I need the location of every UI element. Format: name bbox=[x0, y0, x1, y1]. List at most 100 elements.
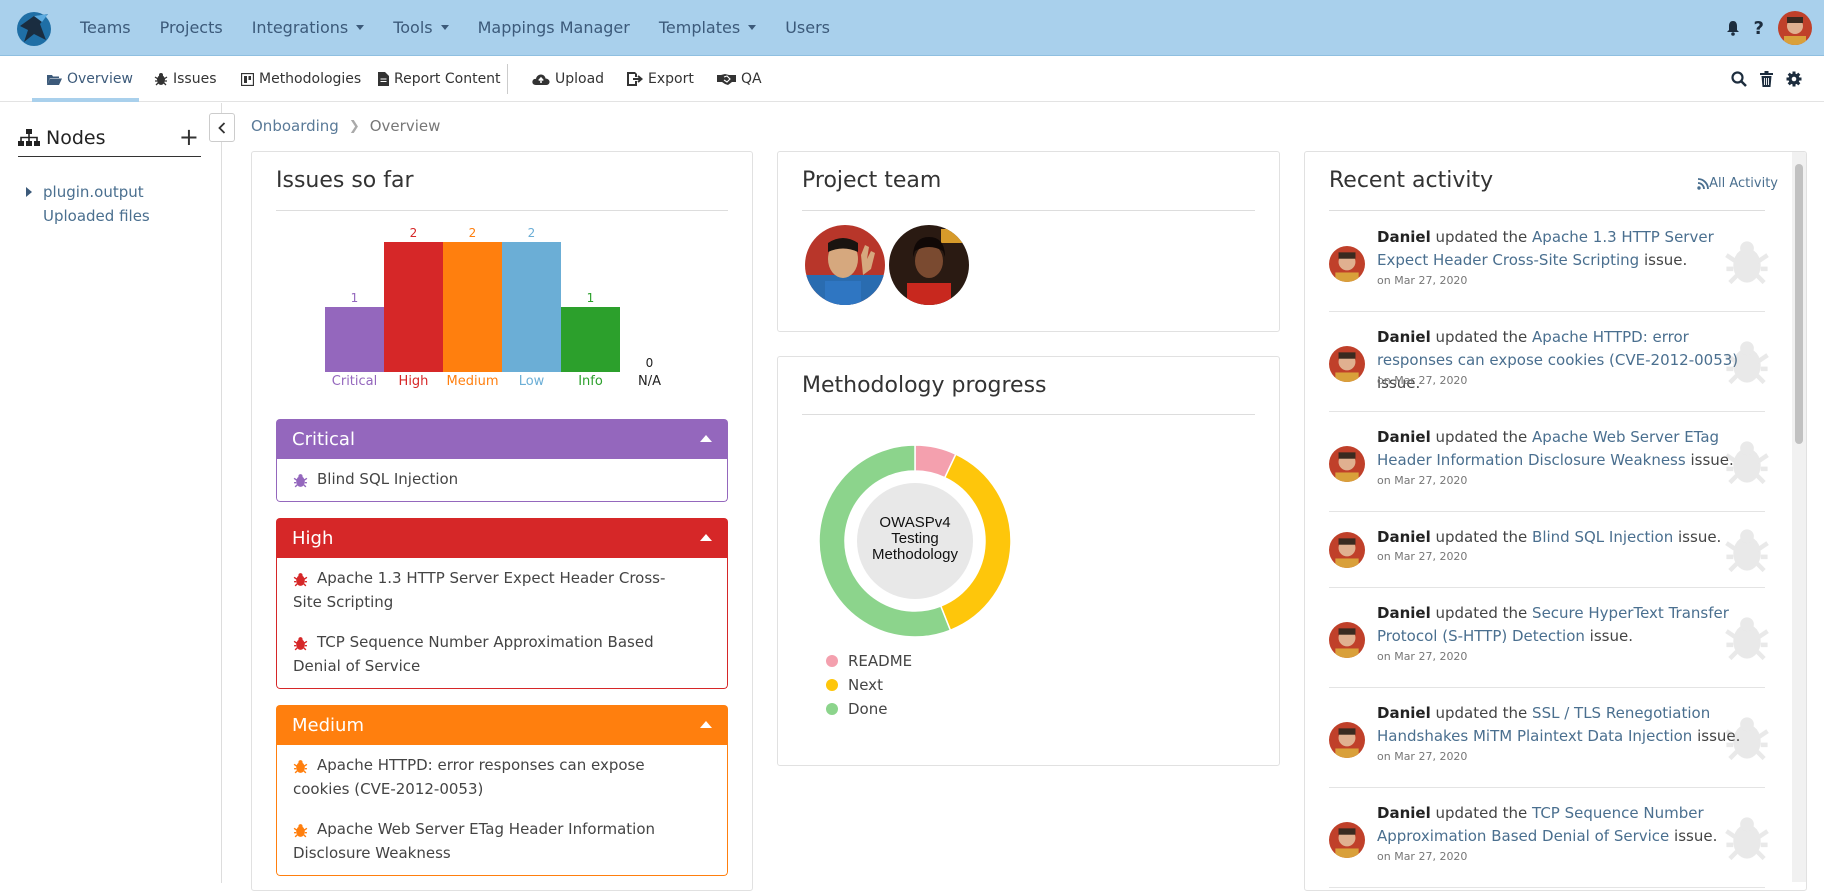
activity-issue-link[interactable]: Blind SQL Injection bbox=[1532, 528, 1673, 546]
nav-item-mappings-manager[interactable]: Mappings Manager bbox=[478, 18, 630, 37]
collapse-caret-icon[interactable] bbox=[700, 435, 712, 442]
chart-category-label: Medium bbox=[446, 374, 499, 389]
collapse-sidebar-button[interactable] bbox=[209, 113, 235, 142]
expand-caret-icon[interactable] bbox=[26, 187, 32, 197]
legend-item-done[interactable]: Done bbox=[826, 697, 912, 721]
legend-dot bbox=[826, 679, 838, 691]
activity-user-avatar[interactable] bbox=[1329, 622, 1365, 658]
tab-methodologies-label: Methodologies bbox=[259, 71, 362, 87]
legend-item-next[interactable]: Next bbox=[826, 673, 912, 697]
legend-item-readme[interactable]: README bbox=[826, 649, 912, 673]
activity-suffix: issue. bbox=[1643, 251, 1688, 269]
team-member-avatar[interactable] bbox=[805, 225, 885, 305]
tab-upload[interactable]: Upload bbox=[532, 56, 604, 102]
tab-methodologies[interactable]: Methodologies bbox=[241, 56, 361, 102]
issue-list-item[interactable]: Blind SQL Injection bbox=[293, 467, 713, 491]
help-icon[interactable]: ? bbox=[1754, 18, 1764, 39]
team-member-avatar[interactable] bbox=[889, 225, 969, 305]
search-icon[interactable] bbox=[1731, 71, 1747, 87]
activity-text: Daniel updated the Apache 1.3 HTTP Serve… bbox=[1377, 226, 1767, 272]
team-card-divider bbox=[802, 210, 1255, 211]
tab-issues[interactable]: Issues bbox=[154, 56, 217, 102]
collapse-caret-icon[interactable] bbox=[700, 534, 712, 541]
nav-item-teams[interactable]: Teams bbox=[80, 18, 131, 37]
issues-card-divider bbox=[276, 210, 728, 211]
tab-overview[interactable]: Overview bbox=[46, 56, 133, 102]
nav-item-projects[interactable]: Projects bbox=[160, 18, 223, 37]
activity-text: Daniel updated the Apache Web Server ETa… bbox=[1377, 426, 1767, 472]
chart-value-label: 2 bbox=[468, 226, 477, 240]
severity-header[interactable]: Critical bbox=[276, 419, 728, 459]
chart-category-label: High bbox=[398, 374, 429, 389]
activity-user: Daniel bbox=[1377, 528, 1431, 546]
trash-icon[interactable] bbox=[1760, 71, 1773, 87]
methodology-legend: README Next Done bbox=[826, 649, 912, 721]
tab-export-label: Export bbox=[648, 71, 694, 87]
activity-user-avatar[interactable] bbox=[1329, 246, 1365, 282]
activity-user-avatar[interactable] bbox=[1329, 822, 1365, 858]
all-activity-link[interactable]: All Activity bbox=[1697, 176, 1778, 191]
activity-card-divider bbox=[1329, 210, 1765, 211]
tab-qa-label: QA bbox=[741, 71, 762, 87]
tab-issues-label: Issues bbox=[173, 71, 217, 87]
severity-issue-list: Apache HTTPD: error responses can expose… bbox=[276, 745, 728, 876]
activity-verb: updated the bbox=[1435, 528, 1528, 546]
severity-header[interactable]: Medium bbox=[276, 705, 728, 745]
activity-verb: updated the bbox=[1435, 704, 1528, 722]
nav-item-users[interactable]: Users bbox=[785, 18, 830, 37]
chart-bar[interactable] bbox=[325, 307, 384, 372]
bug-watermark-icon bbox=[1723, 714, 1771, 766]
notifications-bell-icon[interactable] bbox=[1726, 20, 1740, 36]
severity-title: High bbox=[292, 527, 334, 549]
severity-header[interactable]: High bbox=[276, 518, 728, 558]
scrollbar-thumb[interactable] bbox=[1795, 164, 1803, 444]
nav-item-templates[interactable]: Templates bbox=[659, 18, 757, 37]
tab-qa[interactable]: QA bbox=[717, 56, 762, 102]
issue-list-item[interactable]: Apache 1.3 HTTP Server Expect Header Cro… bbox=[293, 566, 685, 614]
issue-list-item[interactable]: TCP Sequence Number Approximation Based … bbox=[293, 630, 685, 678]
bug-watermark-icon bbox=[1723, 238, 1771, 290]
add-node-button[interactable]: + bbox=[179, 123, 199, 151]
chart-bar[interactable] bbox=[561, 307, 620, 372]
issue-list-item[interactable]: Apache Web Server ETag Header Informatio… bbox=[293, 817, 685, 865]
activity-user: Daniel bbox=[1377, 228, 1431, 246]
top-navbar: Teams Projects Integrations Tools Mappings M… bbox=[0, 0, 1824, 56]
folder-open-icon bbox=[47, 74, 62, 85]
chart-bar[interactable] bbox=[384, 242, 443, 372]
collapse-caret-icon[interactable] bbox=[700, 721, 712, 728]
chart-category-label: Critical bbox=[331, 374, 378, 389]
chart-bar[interactable] bbox=[502, 242, 561, 372]
activity-user-avatar[interactable] bbox=[1329, 532, 1365, 568]
chart-bar[interactable] bbox=[443, 242, 502, 372]
legend-label: Next bbox=[848, 676, 883, 694]
nav-item-integrations[interactable]: Integrations bbox=[252, 18, 365, 37]
activity-scrollbar[interactable] bbox=[1792, 152, 1806, 882]
bug-icon bbox=[293, 570, 308, 594]
issue-title: TCP Sequence Number Approximation Based … bbox=[293, 633, 654, 675]
bug-watermark-icon bbox=[1723, 814, 1771, 866]
tab-export[interactable]: Export bbox=[627, 56, 694, 102]
activity-verb: updated the bbox=[1435, 804, 1528, 822]
donut-center-label: OWASPv4 bbox=[879, 514, 950, 531]
tab-report-content[interactable]: Report Content bbox=[378, 56, 501, 102]
severity-section-critical: Critical Blind SQL Injection bbox=[276, 419, 728, 502]
board-icon bbox=[241, 72, 254, 86]
uploaded-files-link[interactable]: Uploaded files bbox=[43, 204, 150, 228]
activity-issue-link[interactable]: Apache HTTPD: error responses can expose… bbox=[1377, 328, 1738, 369]
nav-item-tools[interactable]: Tools bbox=[393, 18, 449, 37]
activity-user-avatar[interactable] bbox=[1329, 446, 1365, 482]
activity-user-avatar[interactable] bbox=[1329, 346, 1365, 382]
chart-category-label: Info bbox=[578, 374, 603, 389]
breadcrumb-project-link[interactable]: Onboarding bbox=[251, 117, 339, 135]
activity-date: on Mar 27, 2020 bbox=[1377, 550, 1468, 563]
dradis-logo-icon[interactable] bbox=[12, 6, 56, 50]
bug-icon bbox=[293, 471, 308, 495]
gear-icon[interactable] bbox=[1786, 71, 1802, 87]
issue-list-item[interactable]: Apache HTTPD: error responses can expose… bbox=[293, 753, 685, 801]
tree-node-plugin-output[interactable]: plugin.output bbox=[26, 180, 150, 204]
user-avatar[interactable] bbox=[1778, 11, 1812, 45]
methodology-donut-chart: OWASPv4TestingMethodology bbox=[818, 444, 1012, 638]
activity-user-avatar[interactable] bbox=[1329, 722, 1365, 758]
caret-down-icon bbox=[356, 25, 365, 30]
legend-dot bbox=[826, 655, 838, 667]
